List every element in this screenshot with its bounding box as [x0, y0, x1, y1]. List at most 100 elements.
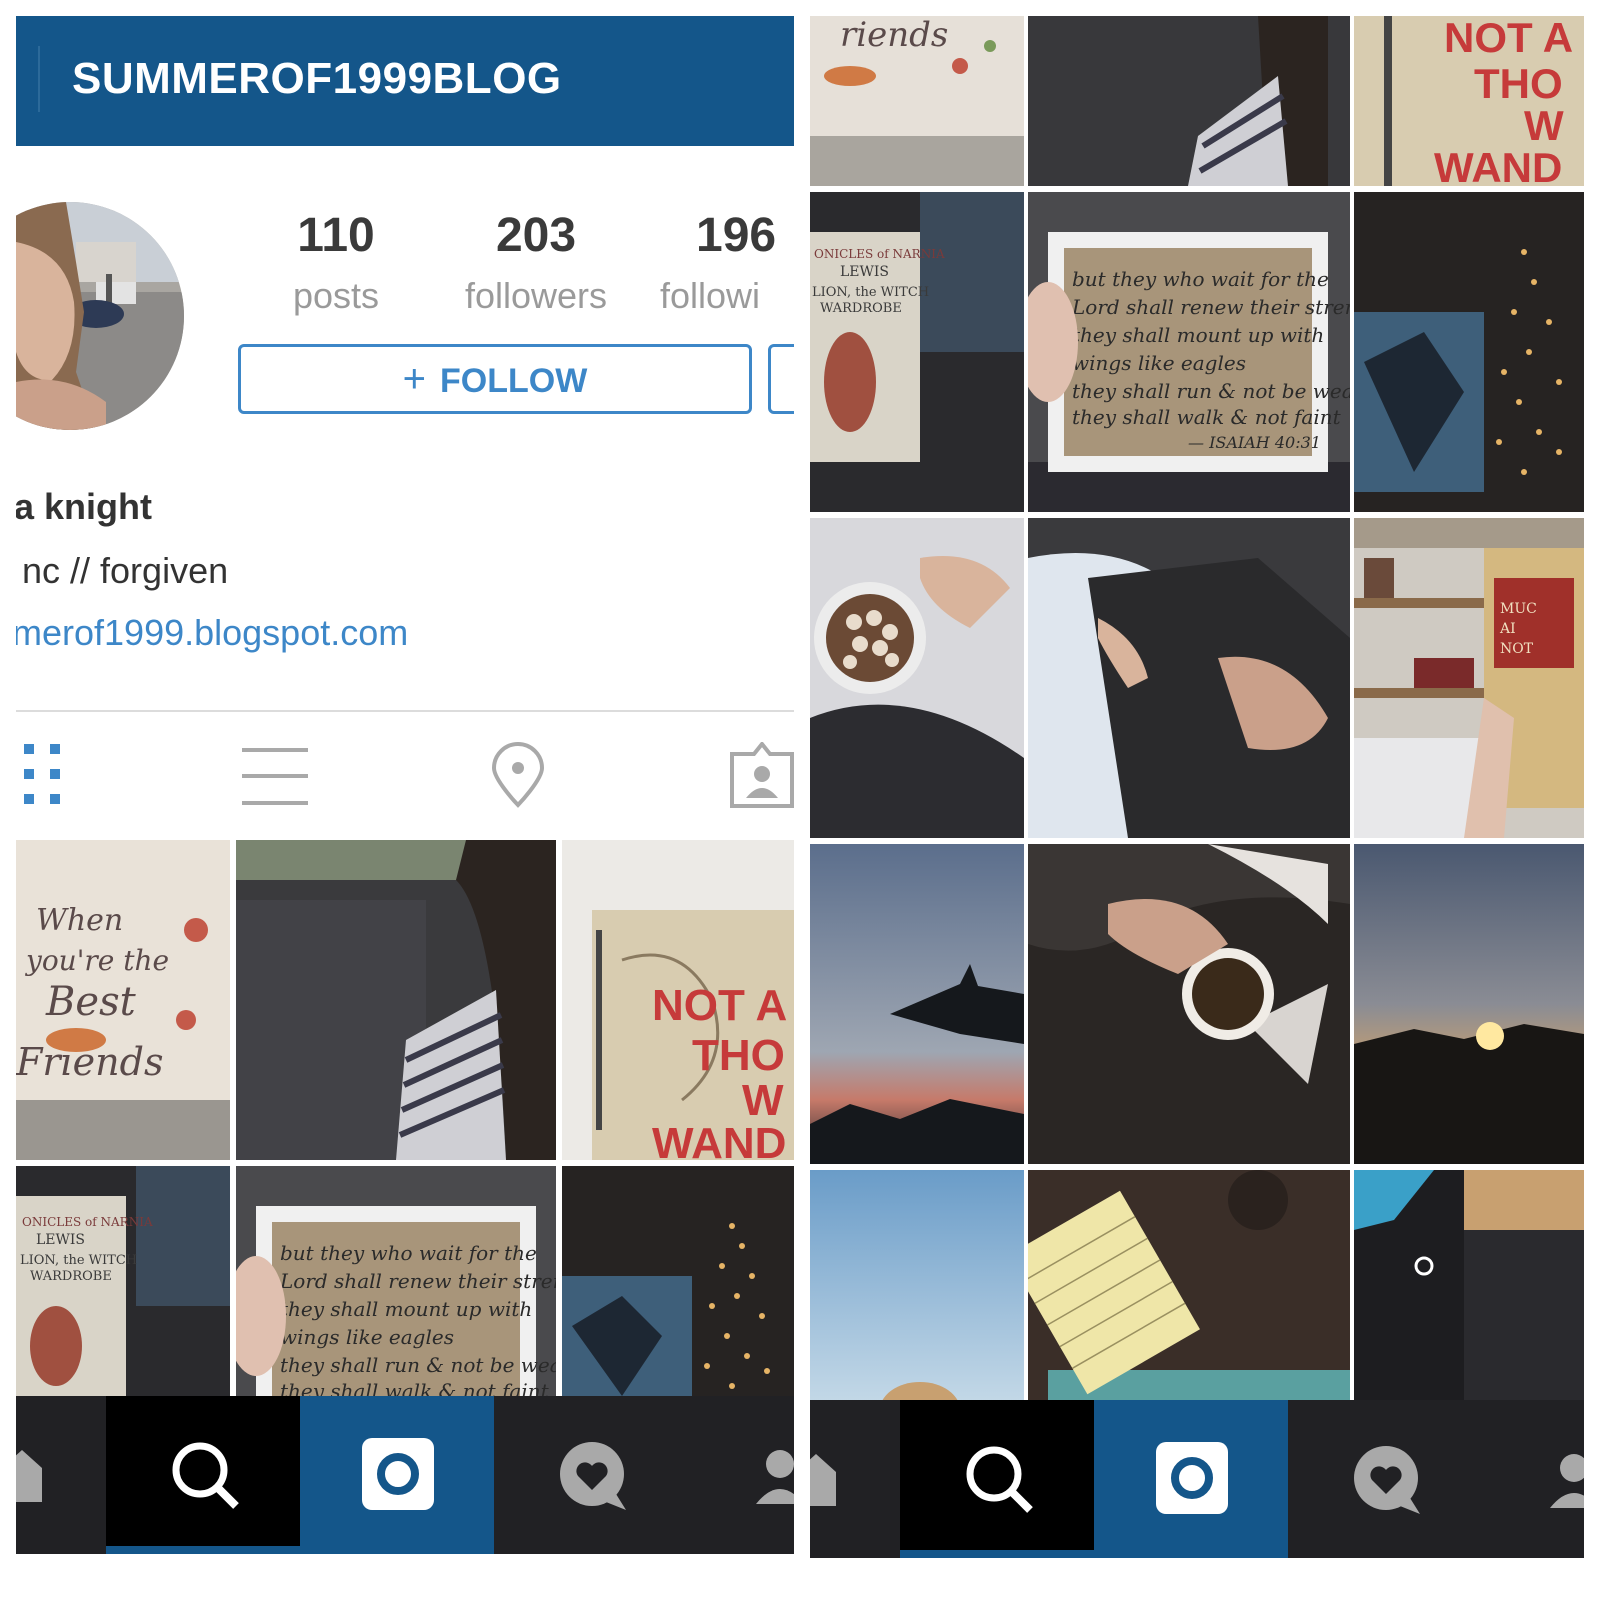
svg-text:they shall mount up with: they shall mount up with: [280, 1297, 532, 1321]
stat-posts: 110 posts: [266, 208, 406, 317]
svg-text:WARDROBE: WARDROBE: [30, 1269, 112, 1284]
profile-icon[interactable]: [1550, 1452, 1584, 1517]
svg-text:they shall walk & not faint: they shall walk & not faint: [1072, 405, 1342, 429]
svg-text:but they who wait for the: but they who wait for the: [280, 1241, 537, 1265]
photo-tile[interactable]: ONICLES of NARNIA LEWIS LION, the WITCH WAR…: [16, 1166, 230, 1406]
svg-text:they shall run & not be weary: they shall run & not be weary: [1072, 379, 1350, 403]
svg-text:WAND: WAND: [652, 1119, 786, 1160]
svg-text:NOT A: NOT A: [1444, 16, 1573, 61]
camera-tab[interactable]: [1094, 1400, 1288, 1558]
plus-icon: +: [402, 357, 427, 401]
search-icon: [964, 1444, 1034, 1519]
photo-tile[interactable]: [810, 1170, 1024, 1410]
search-icon: [170, 1440, 240, 1515]
photo-tile[interactable]: [1354, 844, 1584, 1164]
camera-icon: [362, 1438, 434, 1515]
svg-text:MUC: MUC: [1500, 601, 1537, 617]
svg-text:they shall run & not be weary: they shall run & not be weary: [280, 1353, 556, 1377]
stat-followers-label: followers: [464, 275, 608, 316]
dropdown-button[interactable]: [768, 344, 794, 414]
photo-tile[interactable]: but they who wait for the Lord shall rene…: [1028, 192, 1350, 512]
app-header: SUMMEROF1999BLOG: [16, 16, 794, 146]
photo-tile[interactable]: but they who wait for the Lord shall rene…: [236, 1166, 556, 1406]
photo-tile[interactable]: [236, 840, 556, 1160]
tagged-photos-icon[interactable]: [730, 740, 794, 813]
photo-tile[interactable]: [810, 844, 1024, 1164]
header-divider: [38, 46, 40, 112]
svg-text:they shall mount up with: they shall mount up with: [1072, 323, 1324, 347]
activity-heart-icon[interactable]: [556, 1440, 628, 1517]
stat-posts-value: 110: [297, 209, 375, 262]
follow-button-label: FOLLOW: [440, 362, 588, 400]
photo-tile[interactable]: [1028, 844, 1350, 1164]
svg-text:you're the: you're the: [24, 944, 169, 977]
svg-text:but they who wait for the: but they who wait for the: [1072, 267, 1329, 291]
svg-text:Lord shall renew their strengt: Lord shall renew their strength: [1071, 295, 1350, 319]
grid-icon[interactable]: [24, 744, 64, 811]
list-icon[interactable]: [242, 748, 308, 811]
profile-icon[interactable]: [756, 1448, 794, 1513]
photo-tile[interactable]: [562, 1166, 794, 1406]
svg-text:NOT: NOT: [1500, 641, 1534, 657]
search-tab[interactable]: [900, 1400, 1094, 1558]
photo-tile[interactable]: [1028, 1170, 1350, 1410]
svg-text:THO: THO: [1474, 60, 1563, 107]
svg-text:LEWIS: LEWIS: [840, 264, 889, 280]
svg-text:— ISAIAH 40:31: — ISAIAH 40:31: [1188, 433, 1321, 452]
home-icon[interactable]: [16, 1446, 42, 1511]
photo-tile[interactable]: NOT A THO W WAND: [1354, 16, 1584, 186]
svg-text:LEWIS: LEWIS: [36, 1232, 85, 1248]
svg-text:When: When: [36, 903, 123, 938]
camera-tab[interactable]: [300, 1396, 494, 1554]
profile-bio: / nc // forgiven: [16, 550, 229, 591]
profile-screen-right: riends NOT A THO W WAND ONICLES of NARNIA LE…: [810, 16, 1584, 1584]
profile-screen-left: SUMMEROF1999BLOG 110 posts 203 followers…: [16, 16, 794, 1584]
tabs-separator: [16, 710, 794, 712]
photo-tile[interactable]: MUC AI NOT: [1354, 518, 1584, 838]
svg-text:NOT A: NOT A: [652, 981, 787, 1030]
svg-text:AI: AI: [1499, 621, 1516, 637]
search-tab-indicator: [106, 1546, 300, 1554]
camera-icon: [1156, 1442, 1228, 1519]
svg-text:ONICLES of NARNIA: ONICLES of NARNIA: [22, 1215, 153, 1229]
stat-following-value: 196: [696, 209, 777, 262]
photo-tile[interactable]: [810, 518, 1024, 838]
svg-text:wings like eagles: wings like eagles: [1072, 351, 1246, 375]
svg-text:ONICLES of NARNIA: ONICLES of NARNIA: [814, 247, 945, 261]
bottom-nav: [16, 1396, 794, 1554]
svg-text:W: W: [742, 1076, 784, 1125]
stat-followers-value: 203: [495, 209, 577, 262]
profile-username: SUMMEROF1999BLOG: [72, 54, 562, 103]
photo-tile[interactable]: ONICLES of NARNIA LEWIS LION, the WITCH WAR…: [810, 192, 1024, 512]
svg-text:Lord shall renew their strengt: Lord shall renew their strength: [279, 1269, 556, 1293]
search-tab[interactable]: [106, 1396, 300, 1554]
svg-text:THO: THO: [692, 1031, 785, 1080]
svg-text:WARDROBE: WARDROBE: [820, 301, 902, 316]
photo-tile[interactable]: When you're the Best Friends: [16, 840, 230, 1160]
photo-tile[interactable]: [1354, 1170, 1584, 1410]
photo-tile[interactable]: [1354, 192, 1584, 512]
bottom-nav: [810, 1400, 1584, 1558]
photo-tile[interactable]: NOT A THO W WAND: [562, 840, 794, 1160]
photo-tile[interactable]: [1028, 518, 1350, 838]
avatar[interactable]: [16, 202, 184, 430]
home-icon[interactable]: [810, 1450, 836, 1515]
svg-text:Best: Best: [45, 979, 137, 1025]
search-tab-indicator: [900, 1550, 1094, 1558]
svg-text:riends: riends: [840, 16, 948, 55]
svg-text:LION, the WITCH: LION, the WITCH: [20, 1253, 137, 1268]
stat-followers[interactable]: 203 followers: [446, 208, 626, 317]
activity-heart-icon[interactable]: [1350, 1444, 1422, 1521]
stat-following-label: followi: [660, 275, 761, 316]
svg-text:WAND: WAND: [1434, 144, 1562, 186]
svg-text:wings like eagles: wings like eagles: [280, 1325, 454, 1349]
location-pin-icon[interactable]: [490, 742, 546, 813]
profile-full-name: ia knight: [16, 486, 153, 527]
profile-website-link[interactable]: ımerof1999.blogspot.com: [16, 612, 408, 654]
follow-button[interactable]: + FOLLOW: [238, 344, 752, 414]
svg-text:W: W: [1524, 102, 1564, 149]
photo-tile[interactable]: [1028, 16, 1350, 186]
photo-tile[interactable]: riends: [810, 16, 1024, 186]
svg-text:LION, the WITCH: LION, the WITCH: [812, 285, 929, 300]
stat-following[interactable]: 196 followi: [656, 208, 794, 317]
